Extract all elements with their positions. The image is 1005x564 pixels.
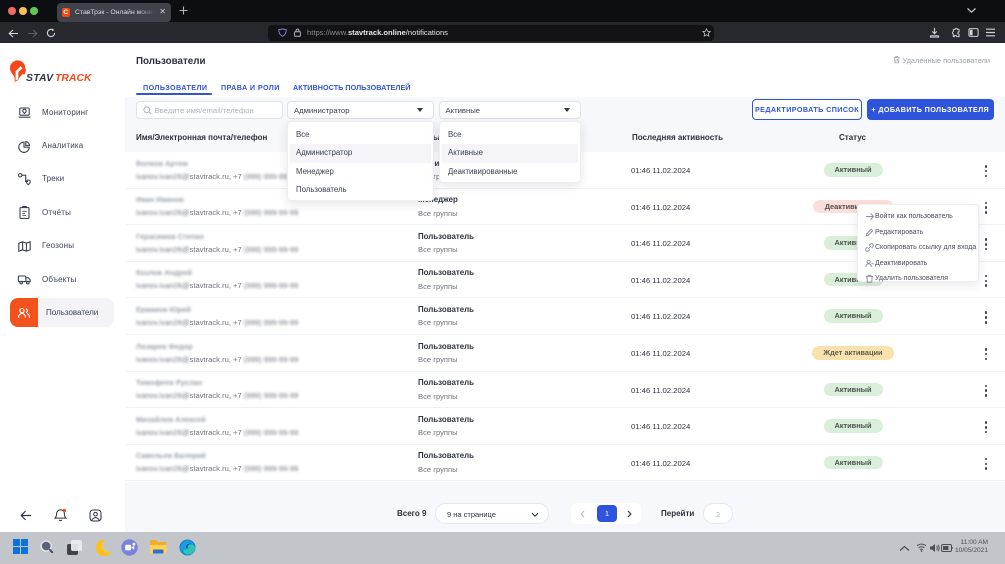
svg-text:STAV: STAV	[26, 73, 54, 84]
svg-text:TRACK: TRACK	[55, 73, 93, 84]
